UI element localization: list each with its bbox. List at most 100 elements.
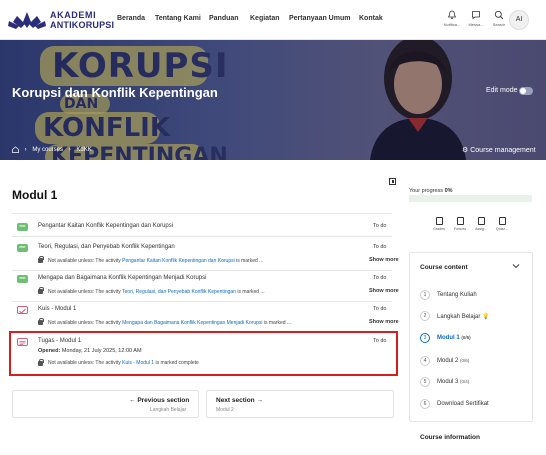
section-label: Modul 1 (0/5) (437, 335, 471, 341)
next-section-name: Modul 2 (216, 407, 234, 413)
todo-badge: To do (373, 306, 387, 312)
show-more-button[interactable]: Show more (369, 257, 399, 263)
home-icon[interactable] (12, 146, 19, 153)
course-index-item[interactable]: 5 Modul 3 (0/4) (420, 377, 530, 391)
pdf-icon (17, 275, 28, 283)
message-icon (472, 11, 480, 20)
lock-icon (38, 318, 44, 325)
activity-link[interactable]: Teori, Regulasi, dan Penyebab Konflik Ke… (38, 244, 175, 250)
edit-mode-label: Edit mode (486, 87, 518, 94)
chevron-right-icon: › (68, 146, 71, 153)
divider (12, 301, 392, 302)
nav-link-kontak[interactable]: Kontak (359, 15, 383, 22)
grades-label: Grades (433, 227, 445, 231)
previous-section-label: ← Previous section (129, 397, 190, 404)
course-content-title: Course content (420, 264, 468, 271)
course-index-item[interactable]: 6 Download Sertifikat (420, 399, 530, 413)
breadcrumb-my-courses[interactable]: My courses (32, 147, 63, 153)
course-index-item[interactable]: 4 Modul 2 (0/6) (420, 356, 530, 370)
arrow-right-icon: → (256, 397, 263, 404)
section-number: 4 (420, 356, 430, 366)
section-label: Modul 2 (0/6) (437, 358, 470, 364)
edit-mode-toggle[interactable] (519, 87, 533, 95)
chevron-down-icon[interactable] (512, 262, 520, 270)
course-header-banner: KORUPSI DAN KONFLIK KEPENTINGAN Korupsi … (0, 40, 546, 160)
section-label: Modul 3 (0/4) (437, 379, 470, 385)
site-logo[interactable]: AKADEMI ANTIKORUPSI (8, 8, 114, 32)
course-index-item[interactable]: 3 Modul 1 (0/5) (420, 333, 530, 347)
top-navbar: AKADEMI ANTIKORUPSI Beranda Tentang Kami… (0, 0, 546, 40)
activity-row: Pengantar Kaitan Konflik Kepentingan dan… (12, 223, 392, 233)
next-section-button[interactable]: Next section → Modul 2 (206, 390, 394, 418)
highlight-box (9, 331, 398, 376)
previous-section-button[interactable]: ← Previous section Langkah Belajar (12, 390, 199, 418)
assignments-button[interactable]: Assig... (474, 217, 488, 231)
nav-link-kegiatan[interactable]: Kegiatan (250, 15, 280, 22)
restriction-link[interactable]: Teori, Regulasi, dan Penyebab Konflik Ke… (122, 289, 236, 295)
section-label: Tentang Kuliah (437, 292, 477, 298)
restriction-text: Not available unless: The activity Menga… (48, 320, 292, 326)
gear-icon: ⚙ (462, 147, 469, 154)
lock-icon (38, 287, 44, 294)
section-label: Langkah Belajar 💡 (437, 314, 490, 320)
grades-icon (435, 217, 443, 225)
course-index-item[interactable]: 1 Tentang Kuliah (420, 290, 530, 304)
previous-section-name: Langkah Belajar (150, 407, 187, 413)
assignments-icon (477, 217, 485, 225)
collapse-drawer-icon[interactable] (389, 178, 396, 185)
breadcrumb-course[interactable]: KdKK (76, 147, 91, 153)
section-number: 3 (420, 333, 430, 343)
nav-link-pertanyaan-umum[interactable]: Pertanyaan Umum (289, 15, 350, 22)
restriction-link[interactable]: Pengantar Kaitan Konflik Kepentingan dan… (122, 258, 235, 264)
activity-link[interactable]: Pengantar Kaitan Konflik Kepentingan dan… (38, 223, 173, 229)
assignments-label: Assig... (475, 227, 487, 231)
restriction-link[interactable]: Mengapa dan Bagaimana Konflik Kepentinga… (122, 320, 262, 326)
section-number: 1 (420, 290, 430, 300)
divider (12, 270, 392, 271)
activity-link[interactable]: Kuis - Modul 1 (38, 306, 76, 312)
logo-text-akademi: AKADEMI (50, 10, 97, 20)
pdf-icon (17, 244, 28, 252)
nav-link-tentang-kami[interactable]: Tentang Kami (155, 15, 201, 22)
arrow-left-icon: ← (129, 397, 136, 404)
todo-badge: To do (373, 244, 387, 250)
quiz-icon (17, 306, 28, 314)
logo-text-antikorupsi: ANTIKORUPSI (50, 20, 115, 30)
activity-link[interactable]: Mengapa dan Bagaimana Konflik Kepentinga… (38, 275, 206, 281)
next-section-label: Next section → (216, 397, 263, 404)
show-more-button[interactable]: Show more (369, 319, 399, 325)
section-number: 2 (420, 311, 430, 321)
user-avatar[interactable]: AI (509, 10, 529, 30)
nav-link-beranda[interactable]: Beranda (117, 15, 145, 22)
lotus-logo-icon (8, 12, 46, 29)
breadcrumb: › My courses › KdKK (12, 146, 92, 153)
section-title: Modul 1 (12, 188, 58, 202)
notifications-button[interactable]: Notifica... (439, 10, 465, 27)
forums-button[interactable]: Forums (453, 217, 467, 231)
forums-icon (456, 217, 464, 225)
lock-icon (38, 256, 44, 263)
show-more-button[interactable]: Show more (369, 288, 399, 294)
grades-button[interactable]: Grades (432, 217, 446, 231)
course-information-title: Course information (420, 434, 480, 441)
quizzes-button[interactable]: Quizz... (495, 217, 509, 231)
section-number: 6 (420, 399, 430, 409)
lightbulb-icon: 💡 (482, 314, 490, 320)
forums-label: Forums (453, 227, 467, 231)
course-index-item[interactable]: 2 Langkah Belajar 💡 (420, 311, 530, 325)
course-management-button[interactable]: ⚙ Course management (462, 146, 536, 154)
nav-link-panduan[interactable]: Panduan (209, 15, 239, 22)
banner-shade (0, 40, 546, 160)
pdf-icon (17, 223, 28, 231)
course-title: Korupsi dan Konflik Kepentingan (12, 85, 218, 100)
todo-badge: To do (373, 275, 387, 281)
search-label: Search (492, 22, 506, 27)
activity-row: Kuis - Modul 1 To do Not available unles… (12, 306, 399, 330)
divider (12, 213, 392, 214)
course-tools: Grades Forums Assig... Quizz... (432, 217, 512, 239)
quizzes-icon (498, 217, 506, 225)
bell-icon (447, 10, 457, 20)
progress-label: Your progress 0% (409, 188, 453, 194)
course-management-label: Course management (470, 147, 536, 154)
activity-row: Teori, Regulasi, dan Penyebab Konflik Ke… (12, 244, 399, 268)
